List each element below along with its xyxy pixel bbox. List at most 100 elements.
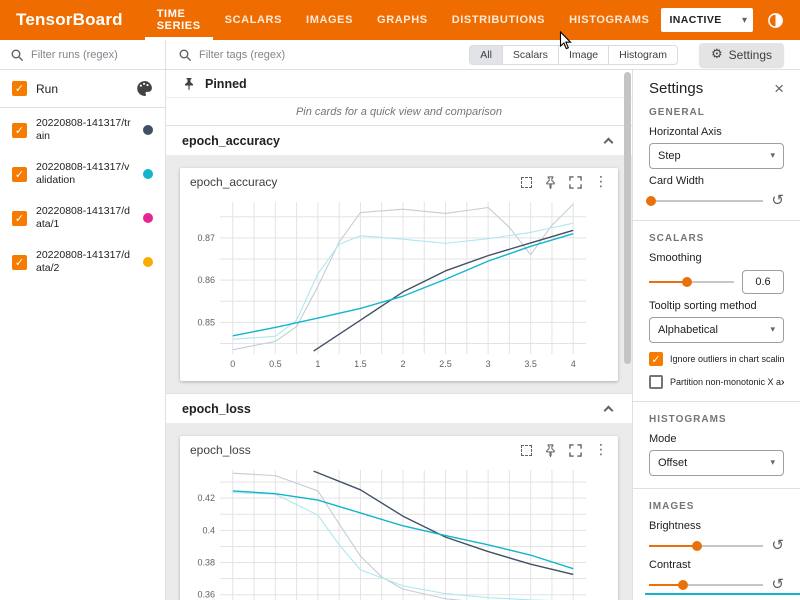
tab-scalars[interactable]: SCALARS: [213, 0, 294, 40]
divider: [633, 401, 800, 402]
chip-scalars[interactable]: Scalars: [502, 45, 559, 65]
close-icon[interactable]: ×: [774, 80, 784, 97]
pin-icon[interactable]: [544, 176, 557, 189]
card-width-label: Card Width: [649, 175, 784, 187]
contrast-slider[interactable]: [649, 579, 763, 591]
vertical-scrollbar[interactable]: [624, 72, 631, 364]
gear-icon: ⚙: [711, 47, 723, 62]
svg-text:0.4: 0.4: [202, 525, 215, 535]
settings-title: Settings: [649, 80, 774, 97]
run-checkbox[interactable]: ✓: [12, 123, 27, 138]
search-icon: [10, 48, 24, 62]
pinned-label: Pinned: [205, 77, 247, 91]
svg-text:4: 4: [571, 359, 576, 369]
section-title: epoch_accuracy: [182, 134, 605, 148]
reset-icon[interactable]: ↺: [771, 538, 784, 553]
card-header: epoch_loss ⋮: [180, 436, 618, 464]
chip-all[interactable]: All: [469, 45, 503, 65]
fullscreen-icon[interactable]: [569, 176, 582, 189]
runs-sidebar: ✓ Run ✓ 20220808-141317/train ✓ 20220808…: [0, 70, 166, 600]
ignore-outliers-checkbox[interactable]: ✓: [649, 352, 663, 366]
reset-icon[interactable]: ↺: [771, 193, 784, 208]
accuracy-chart[interactable]: 00.511.522.533.540.850.860.87: [180, 196, 618, 377]
fit-domain-icon[interactable]: [521, 445, 532, 456]
run-header-label: Run: [36, 82, 127, 96]
section-epoch-accuracy-header[interactable]: epoch_accuracy: [166, 126, 632, 156]
horizontal-axis-label: Horizontal Axis: [649, 126, 784, 138]
section-epoch-loss-header[interactable]: epoch_loss: [166, 394, 632, 424]
reload-status-select[interactable]: INACTIVE ▾: [661, 8, 753, 32]
card-actions: ⋮: [521, 175, 608, 189]
tab-time-series[interactable]: TIME SERIES: [145, 0, 213, 40]
run-checkbox[interactable]: ✓: [12, 167, 27, 182]
run-row-data-2[interactable]: ✓ 20220808-141317/data/2: [0, 240, 165, 284]
more-options-icon[interactable]: ⋮: [594, 175, 608, 189]
partition-x-axis-checkbox[interactable]: ✓: [649, 375, 663, 389]
content-row: ✓ Run ✓ 20220808-141317/train ✓ 20220808…: [0, 70, 800, 600]
brightness-label: Brightness: [649, 520, 784, 532]
fullscreen-icon[interactable]: [569, 444, 582, 457]
chevron-up-icon: [604, 405, 614, 415]
epoch-accuracy-card-zone: epoch_accuracy ⋮ 00.511.522.53: [166, 156, 632, 394]
smoothing-label: Smoothing: [649, 252, 784, 264]
tensorboard-logo: TensorBoard: [0, 10, 145, 30]
select-all-runs-checkbox[interactable]: ✓: [12, 81, 27, 96]
tooltip-sorting-select[interactable]: Alphabetical ▾: [649, 317, 784, 343]
tab-images[interactable]: IMAGES: [294, 0, 365, 40]
pin-icon[interactable]: [544, 444, 557, 457]
reset-icon[interactable]: ↺: [771, 577, 784, 592]
run-checkbox[interactable]: ✓: [12, 255, 27, 270]
svg-text:0.86: 0.86: [197, 275, 215, 285]
run-label: 20220808-141317/data/2: [36, 249, 134, 275]
pinned-header: Pinned: [166, 70, 632, 98]
run-row-train[interactable]: ✓ 20220808-141317/train: [0, 108, 165, 152]
search-icon: [178, 48, 192, 62]
loss-chart[interactable]: 00.511.522.533.540.360.380.40.42: [180, 464, 618, 600]
histograms-heading: HISTOGRAMS: [649, 414, 784, 425]
svg-text:1: 1: [315, 359, 320, 369]
svg-text:0: 0: [230, 359, 235, 369]
fit-domain-icon[interactable]: [521, 177, 532, 188]
settings-button[interactable]: ⚙ Settings: [699, 43, 784, 67]
filter-tags-input[interactable]: [199, 49, 462, 61]
tab-graphs[interactable]: GRAPHS: [365, 0, 440, 40]
palette-icon[interactable]: [136, 80, 153, 97]
divider: [633, 220, 800, 221]
run-list-header: ✓ Run: [0, 70, 165, 108]
tab-distributions[interactable]: DISTRIBUTIONS: [440, 0, 557, 40]
more-options-icon[interactable]: ⋮: [594, 443, 608, 457]
tab-histograms[interactable]: HISTOGRAMS: [557, 0, 661, 40]
header-actions: INACTIVE ▾ ↻ ⚙ ?: [661, 8, 800, 32]
chevron-up-icon: [604, 137, 614, 147]
run-label: 20220808-141317/data/1: [36, 205, 134, 231]
contrast-icon[interactable]: [765, 10, 785, 30]
runs-filter-area: [0, 40, 166, 69]
run-checkbox[interactable]: ✓: [12, 211, 27, 226]
smoothing-slider[interactable]: [649, 276, 734, 288]
filter-toolbar: All Scalars Image Histogram ⚙ Settings: [0, 40, 800, 70]
run-color-dot: [143, 169, 153, 179]
tensorboard-app: TensorBoard TIME SERIES SCALARS IMAGES G…: [0, 0, 800, 600]
brightness-slider[interactable]: [649, 540, 763, 552]
run-row-data-1[interactable]: ✓ 20220808-141317/data/1: [0, 196, 165, 240]
horizontal-axis-select[interactable]: Step ▾: [649, 143, 784, 169]
cards-main-area: Pinned Pin cards for a quick view and co…: [166, 70, 632, 600]
card-width-slider[interactable]: [649, 195, 763, 207]
svg-text:1.5: 1.5: [354, 359, 367, 369]
svg-text:3: 3: [486, 359, 491, 369]
settings-panel: Settings × GENERAL Horizontal Axis Step …: [632, 70, 800, 600]
svg-text:0.85: 0.85: [197, 317, 215, 327]
pinned-empty-text: Pin cards for a quick view and compariso…: [166, 98, 632, 126]
filter-runs-input[interactable]: [31, 49, 151, 61]
svg-text:0.5: 0.5: [269, 359, 282, 369]
run-color-dot: [143, 213, 153, 223]
status-value: INACTIVE: [669, 14, 721, 26]
smoothing-input[interactable]: [742, 270, 784, 294]
svg-text:0.36: 0.36: [197, 590, 215, 600]
teal-divider: [645, 593, 800, 595]
chip-image[interactable]: Image: [558, 45, 609, 65]
chip-histogram[interactable]: Histogram: [608, 45, 678, 65]
histogram-mode-select[interactable]: Offset ▾: [649, 450, 784, 476]
nav-tabs: TIME SERIES SCALARS IMAGES GRAPHS DISTRI…: [145, 0, 662, 40]
run-row-validation[interactable]: ✓ 20220808-141317/validation: [0, 152, 165, 196]
